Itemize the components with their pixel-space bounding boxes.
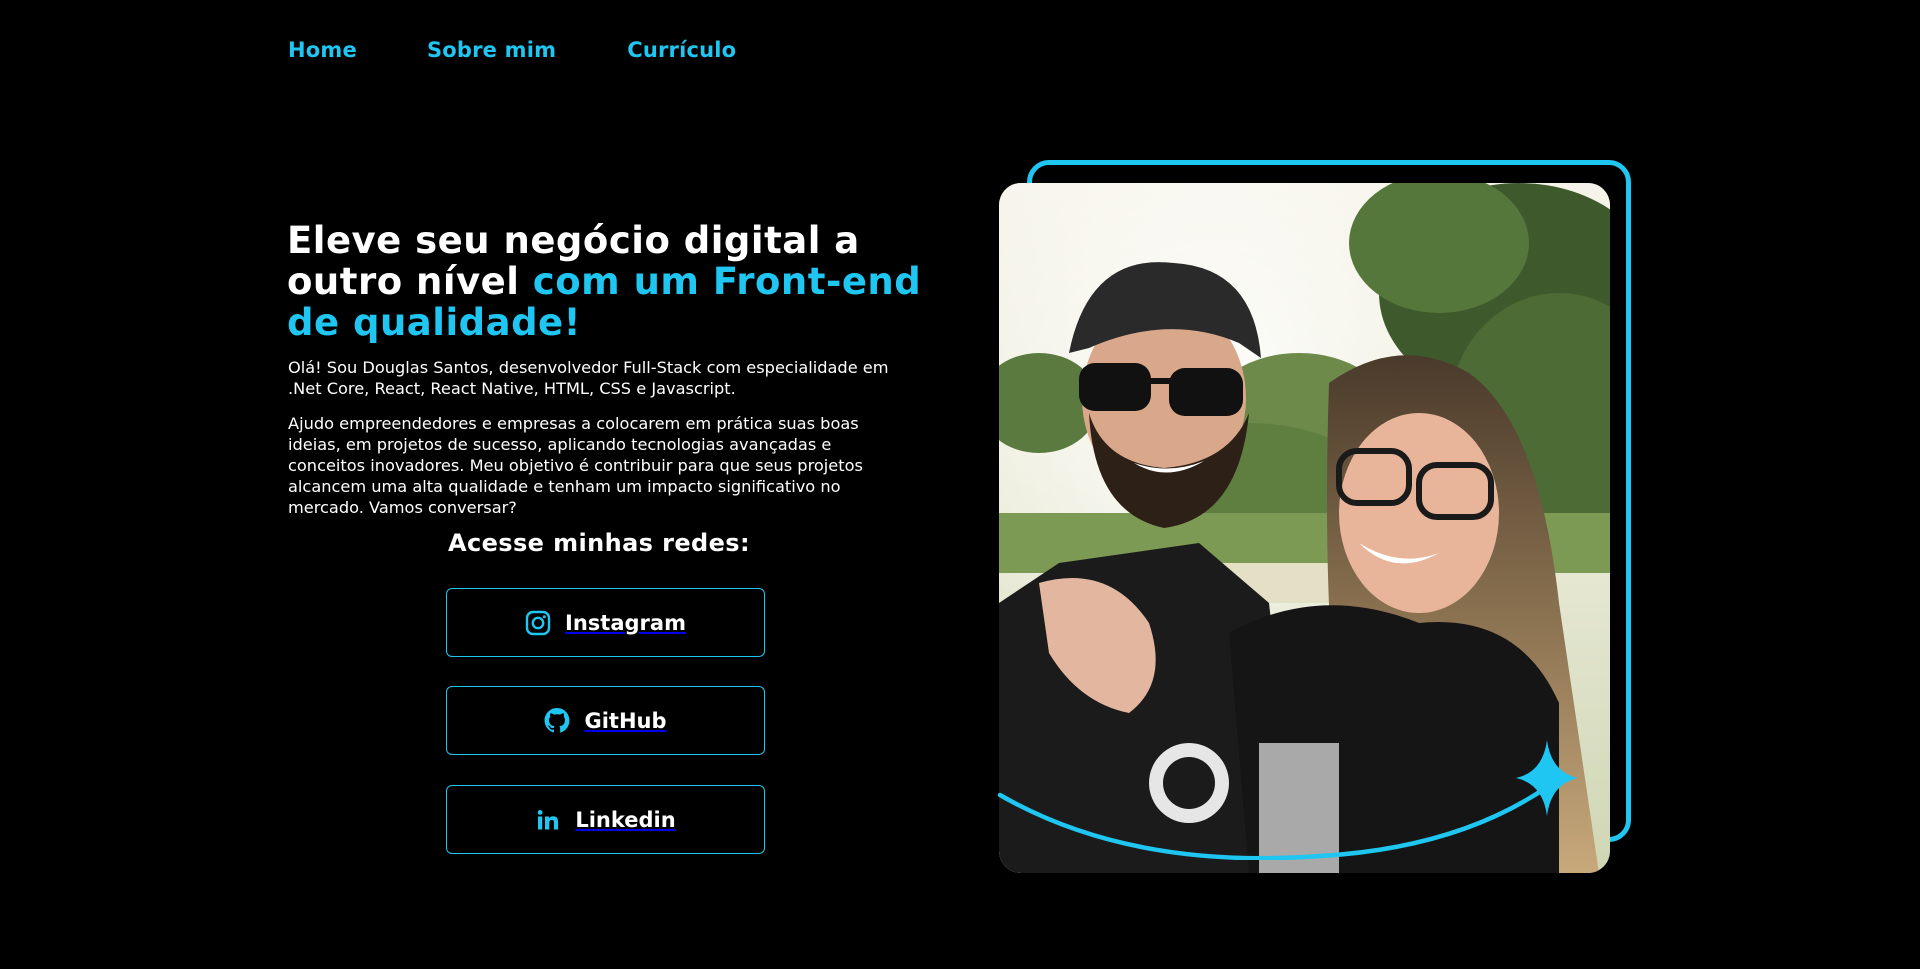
linkedin-button[interactable]: Linkedin [446, 785, 765, 854]
github-label: GitHub [584, 708, 667, 733]
github-icon [544, 708, 570, 734]
nav-resume-link[interactable]: Currículo [627, 38, 736, 62]
top-nav: Home Sobre mim Currículo [288, 38, 736, 62]
instagram-label: Instagram [565, 610, 686, 635]
instagram-icon [525, 610, 551, 636]
instagram-button[interactable]: Instagram [446, 588, 765, 657]
hero-headline: Eleve seu negócio digital a outro nível … [287, 220, 947, 343]
page: Home Sobre mim Currículo Eleve seu negóc… [0, 0, 1920, 969]
social-section-title: Acesse minhas redes: [448, 529, 750, 557]
nav-about-link[interactable]: Sobre mim [427, 38, 556, 62]
github-button[interactable]: GitHub [446, 686, 765, 755]
linkedin-label: Linkedin [575, 807, 676, 832]
intro-paragraph: Olá! Sou Douglas Santos, desenvolvedor F… [288, 358, 889, 398]
nav-home-link[interactable]: Home [288, 38, 357, 62]
description-paragraph: Ajudo empreendedores e empresas a coloca… [288, 414, 863, 517]
linkedin-icon [535, 807, 561, 833]
profile-photo [999, 183, 1610, 873]
